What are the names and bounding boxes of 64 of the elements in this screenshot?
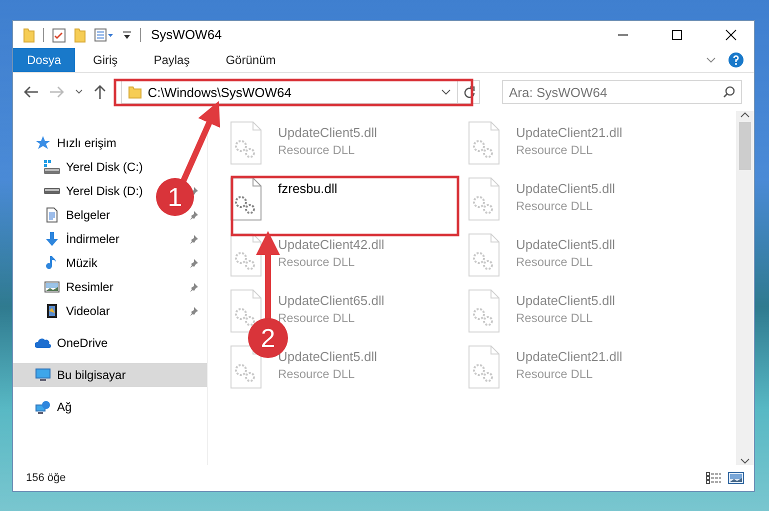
network-icon	[35, 399, 51, 415]
refresh-button[interactable]	[458, 80, 480, 104]
chevron-down-icon	[441, 88, 452, 96]
large-icons-view-icon[interactable]	[728, 471, 744, 485]
scrollbar[interactable]	[736, 111, 754, 465]
file-type: Resource DLL	[516, 143, 594, 157]
ribbon-tab[interactable]: Dosya	[13, 48, 76, 72]
refresh-icon	[462, 86, 475, 98]
file-type: Resource DLL	[278, 367, 356, 381]
maximize-icon	[671, 28, 683, 40]
sidebar-item[interactable]: Yerel Disk (D:)	[44, 183, 143, 199]
scroll-up-icon[interactable]	[740, 111, 750, 119]
pin-icon[interactable]	[189, 234, 199, 244]
pin-icon[interactable]	[189, 258, 199, 268]
sidebar-item[interactable]: OneDrive	[13, 331, 207, 355]
search-field[interactable]: Ara: SysWOW64	[502, 80, 742, 104]
drive-icon	[44, 159, 60, 175]
film-icon	[44, 303, 60, 319]
ribbon-tab[interactable]: Görünüm	[208, 48, 294, 72]
properties-icon[interactable]	[94, 26, 114, 42]
address-path: C:\Windows\SysWOW64	[148, 84, 292, 100]
close-icon	[725, 28, 737, 40]
scroll-down-icon[interactable]	[740, 457, 750, 465]
sidebar-item[interactable]: Resimler	[44, 279, 114, 295]
chevron-down-icon[interactable]	[74, 89, 83, 95]
sidebar-item[interactable]: Bu bilgisayar	[13, 363, 207, 387]
monitor-icon	[35, 367, 51, 383]
checklist-icon[interactable]	[52, 26, 66, 42]
details-view-icon[interactable]	[706, 471, 722, 485]
help-icon[interactable]	[728, 52, 744, 68]
star-icon	[35, 135, 51, 151]
address-bar[interactable]: C:\Windows\SysWOW64	[120, 80, 458, 104]
file-type: Resource DLL	[278, 255, 356, 269]
file-type: Resource DLL	[278, 143, 356, 157]
sidebar-item[interactable]: Ağ	[13, 395, 207, 419]
scrollbar-thumb[interactable]	[739, 122, 751, 170]
pin-icon[interactable]	[189, 282, 199, 292]
pin-icon[interactable]	[189, 306, 199, 316]
sidebar-item[interactable]: İndirmeler	[44, 231, 120, 247]
ribbon-tab[interactable]: Paylaş	[136, 48, 208, 72]
item-count: 156 öğe	[26, 472, 66, 484]
file-type: Resource DLL	[516, 311, 594, 325]
folder-icon	[128, 85, 142, 99]
file-type: Resource DLL	[516, 367, 594, 381]
document-icon	[44, 207, 60, 223]
search-icon	[723, 86, 735, 98]
sidebar-item[interactable]: Belgeler	[44, 207, 110, 223]
file-name[interactable]: fzresbu.dll	[278, 181, 338, 196]
sidebar-item[interactable]: Müzik	[44, 255, 98, 271]
up-arrow-icon[interactable]	[92, 84, 107, 100]
step-badge: 1	[156, 178, 194, 216]
pin-icon[interactable]	[189, 210, 199, 220]
download-arrow-icon	[44, 231, 60, 247]
chevron-down-icon[interactable]	[706, 56, 716, 64]
back-arrow-icon[interactable]	[23, 85, 39, 99]
ribbon-tab[interactable]: Giriş	[75, 48, 136, 72]
file-type: Resource DLL	[516, 255, 594, 269]
file-type: Resource DLL	[278, 311, 356, 325]
window-title: SysWOW64	[151, 27, 222, 42]
sidebar-item[interactable]: Videolar	[44, 303, 110, 319]
sidebar-item[interactable]: Yerel Disk (C:)	[44, 159, 143, 175]
file-type: Resource DLL	[516, 199, 594, 213]
sidebar-item[interactable]: Hızlı erişim	[13, 131, 207, 155]
picture-icon	[44, 279, 60, 295]
